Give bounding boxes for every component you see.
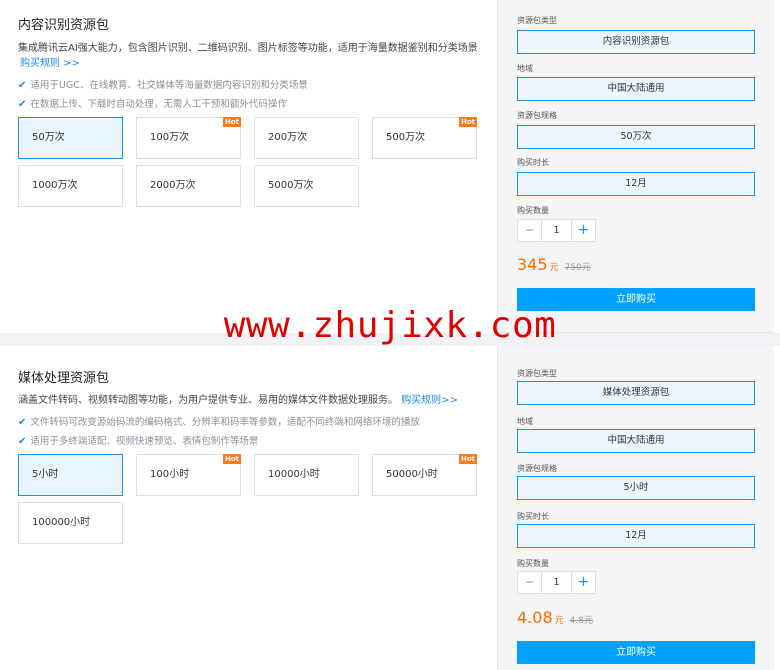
package-type-label: 资源包类型 bbox=[517, 369, 557, 378]
plus-button[interactable]: + bbox=[571, 220, 595, 241]
check-icon: ✔ bbox=[18, 436, 27, 447]
option-100w[interactable]: 100万次 Hot bbox=[136, 117, 241, 159]
minus-button[interactable]: − bbox=[518, 572, 542, 593]
region-field[interactable]: 中国大陆通用 bbox=[517, 77, 755, 101]
quantity-stepper: − 1 + bbox=[517, 219, 596, 242]
duration-label: 购买时长 bbox=[517, 512, 549, 521]
package-title: 媒体处理资源包 bbox=[18, 371, 110, 386]
buy-now-button[interactable]: 立即购买 bbox=[517, 641, 755, 664]
original-price: 4.8元 bbox=[569, 616, 593, 626]
price: 345 元 750元 bbox=[517, 255, 591, 274]
option-500w[interactable]: 500万次 Hot bbox=[372, 117, 477, 159]
package-options-area: 媒体处理资源包 涵盖文件转码、视频转动图等功能，为用户提供专业、易用的媒体文件数… bbox=[0, 346, 497, 670]
quantity-stepper: − 1 + bbox=[517, 571, 596, 594]
feature-bullet: ✔ 文件转码可改变源始码流的编码格式、分辨率和码率等参数，适配不同终端和网络环境的… bbox=[18, 417, 420, 428]
option-2000w[interactable]: 2000万次 bbox=[136, 165, 241, 207]
duration-field[interactable]: 12月 bbox=[517, 524, 755, 548]
spec-label: 资源包规格 bbox=[517, 111, 557, 120]
price: 4.08 元 4.8元 bbox=[517, 608, 593, 627]
option-5000w[interactable]: 5000万次 bbox=[254, 165, 359, 207]
package-description: 集成腾讯云AI强大能力，包含图片识别、二维码识别、图片标签等功能，适用于海量数据… bbox=[18, 43, 478, 54]
media-processing-panel: 媒体处理资源包 涵盖文件转码、视频转动图等功能，为用户提供专业、易用的媒体文件数… bbox=[0, 346, 780, 670]
quantity-input[interactable]: 1 bbox=[542, 572, 571, 593]
option-100h[interactable]: 100小时 Hot bbox=[136, 454, 241, 496]
spec-field[interactable]: 5小时 bbox=[517, 476, 755, 500]
plus-button[interactable]: + bbox=[571, 572, 595, 593]
region-label: 地域 bbox=[517, 417, 533, 426]
check-icon: ✔ bbox=[18, 80, 27, 91]
purchase-rules-link[interactable]: 购买规则>> bbox=[401, 395, 458, 406]
original-price: 750元 bbox=[564, 263, 591, 273]
region-label: 地域 bbox=[517, 64, 533, 73]
duration-field[interactable]: 12月 bbox=[517, 172, 755, 196]
feature-bullet: ✔ 适用于多终端适配、视频快速预览、表情包制作等场景 bbox=[18, 436, 259, 447]
hot-badge: Hot bbox=[223, 117, 241, 127]
order-form: 资源包类型 媒体处理资源包 地域 中国大陆通用 资源包规格 5小时 购买时长 1… bbox=[497, 346, 774, 670]
order-form: 资源包类型 内容识别资源包 地域 中国大陆通用 资源包规格 50万次 购买时长 … bbox=[497, 0, 774, 333]
package-type-field[interactable]: 媒体处理资源包 bbox=[517, 381, 755, 405]
content-recognition-panel: 内容识别资源包 集成腾讯云AI强大能力，包含图片识别、二维码识别、图片标签等功能… bbox=[0, 0, 780, 333]
package-type-label: 资源包类型 bbox=[517, 16, 557, 25]
hot-badge: Hot bbox=[459, 454, 477, 464]
feature-bullet: ✔ 在数据上传、下载时自动处理，无需人工干预和额外代码操作 bbox=[18, 99, 287, 110]
watermark-text: www.zhujixk.com bbox=[223, 305, 557, 346]
currency: 元 bbox=[549, 263, 559, 273]
hot-badge: Hot bbox=[459, 117, 477, 127]
package-description: 涵盖文件转码、视频转动图等功能，为用户提供专业、易用的媒体文件数据处理服务。 购… bbox=[18, 395, 458, 406]
quantity-input[interactable]: 1 bbox=[542, 220, 571, 241]
minus-button[interactable]: − bbox=[518, 220, 542, 241]
package-title: 内容识别资源包 bbox=[18, 18, 110, 33]
region-field[interactable]: 中国大陆通用 bbox=[517, 429, 755, 453]
package-type-field[interactable]: 内容识别资源包 bbox=[517, 30, 755, 54]
currency: 元 bbox=[554, 616, 564, 626]
duration-label: 购买时长 bbox=[517, 158, 549, 167]
check-icon: ✔ bbox=[18, 99, 27, 110]
option-5h[interactable]: 5小时 bbox=[18, 454, 123, 496]
package-options-area: 内容识别资源包 集成腾讯云AI强大能力，包含图片识别、二维码识别、图片标签等功能… bbox=[0, 0, 497, 333]
option-100000h[interactable]: 100000小时 bbox=[18, 502, 123, 544]
check-icon: ✔ bbox=[18, 417, 27, 428]
option-50000h[interactable]: 50000小时 Hot bbox=[372, 454, 477, 496]
spec-field[interactable]: 50万次 bbox=[517, 125, 755, 149]
hot-badge: Hot bbox=[223, 454, 241, 464]
feature-bullet: ✔ 适用于UGC、在线教育、社交媒体等海量数据内容识别和分类场景 bbox=[18, 80, 308, 91]
option-1000w[interactable]: 1000万次 bbox=[18, 165, 123, 207]
quantity-label: 购买数量 bbox=[517, 559, 549, 568]
quantity-label: 购买数量 bbox=[517, 206, 549, 215]
current-price: 345 bbox=[517, 255, 548, 274]
option-10000h[interactable]: 10000小时 bbox=[254, 454, 359, 496]
option-200w[interactable]: 200万次 bbox=[254, 117, 359, 159]
current-price: 4.08 bbox=[517, 608, 553, 627]
purchase-rules-link[interactable]: 购买规则 >> bbox=[20, 54, 80, 69]
spec-label: 资源包规格 bbox=[517, 464, 557, 473]
option-50w[interactable]: 50万次 bbox=[18, 117, 123, 159]
